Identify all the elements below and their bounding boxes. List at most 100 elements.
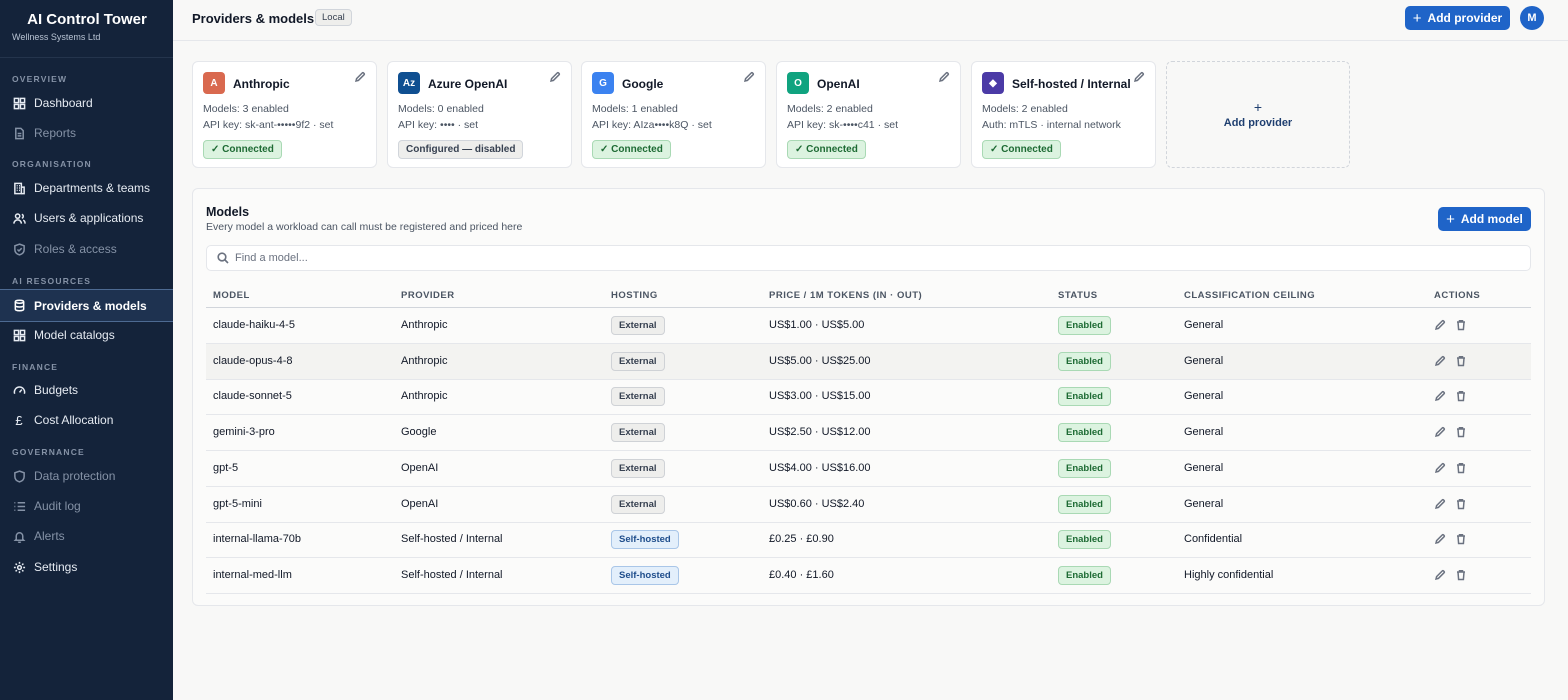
provider-card[interactable]: O OpenAI Models: 2 enabled API key: sk-••••…	[776, 61, 961, 168]
column-header-price[interactable]: PRICE / 1M TOKENS (IN · OUT)	[769, 290, 922, 301]
status-badge: Enabled	[1058, 316, 1111, 335]
trash-icon[interactable]	[1455, 498, 1467, 510]
sidebar-item-departments[interactable]: Departments & teams	[0, 173, 173, 203]
add-model-button[interactable]: + Add model	[1438, 207, 1531, 231]
table-row[interactable]: gpt-5-mini OpenAI External US$0.60 · US$2.4…	[206, 487, 1531, 523]
table-row[interactable]: claude-opus-4-8 Anthropic External US$5.00 …	[206, 343, 1531, 380]
sidebar: AI Control Tower Wellness Systems Ltd OV…	[0, 0, 173, 700]
provider-logo: Az	[398, 72, 420, 94]
provider-logo: A	[203, 72, 225, 94]
sidebar-item-providers[interactable]: Providers & models	[0, 289, 173, 322]
model-search-input[interactable]	[235, 252, 1515, 264]
sidebar-item-reports[interactable]: Reports	[0, 118, 173, 148]
column-header-model[interactable]: MODEL	[213, 290, 250, 301]
pencil-icon[interactable]	[938, 71, 950, 83]
section-label-governance: GOVERNANCE	[12, 447, 85, 457]
column-header-hosting[interactable]: HOSTING	[611, 290, 658, 301]
building-icon	[12, 181, 26, 195]
sidebar-item-budgets[interactable]: Budgets	[0, 375, 173, 405]
table-row[interactable]: claude-sonnet-5 Anthropic External US$3.00 …	[206, 379, 1531, 416]
sidebar-item-roles[interactable]: Roles & access	[0, 234, 173, 264]
sidebar-item-cost-allocation[interactable]: £ Cost Allocation	[0, 405, 173, 435]
model-name: gpt-5-mini	[213, 497, 262, 510]
gear-icon	[12, 560, 26, 574]
pencil-icon[interactable]	[1434, 498, 1446, 510]
sidebar-item-settings[interactable]: Settings	[0, 552, 173, 582]
trash-icon[interactable]	[1455, 355, 1467, 367]
model-price: US$5.00 · US$25.00	[769, 354, 871, 367]
table-row[interactable]: internal-med-llm Self-hosted / Internal Se…	[206, 558, 1531, 594]
sidebar-item-label: Reports	[34, 126, 77, 140]
provider-card[interactable]: A Anthropic Models: 3 enabled API key: sk-a…	[192, 61, 377, 168]
provider-name: Anthropic	[233, 77, 290, 91]
pencil-icon[interactable]	[1434, 533, 1446, 545]
topbar: Providers & models Local + Add provider …	[173, 0, 1568, 41]
sidebar-item-catalogs[interactable]: Model catalogs	[0, 320, 173, 350]
provider-models-count: Models: 3 enabled	[203, 103, 289, 115]
provider-credentials: API key: •••• · set	[398, 119, 479, 131]
table-row[interactable]: internal-llama-70b Self-hosted / Internal…	[206, 522, 1531, 559]
sidebar-item-data-protection[interactable]: Data protection	[0, 461, 173, 491]
pencil-icon[interactable]	[1434, 390, 1446, 402]
search-icon	[217, 252, 229, 264]
add-provider-card[interactable]: + Add provider	[1166, 61, 1350, 168]
trash-icon[interactable]	[1455, 533, 1467, 545]
column-header-classification[interactable]: CLASSIFICATION CEILING	[1184, 290, 1315, 301]
model-name: claude-opus-4-8	[213, 354, 293, 367]
sidebar-item-label: Cost Allocation	[34, 413, 114, 427]
models-title: Models	[206, 205, 250, 219]
provider-card[interactable]: Az Azure OpenAI Models: 0 enabled API key: …	[387, 61, 572, 168]
add-provider-button[interactable]: + Add provider	[1405, 6, 1510, 30]
hosting-badge: External	[611, 387, 665, 407]
shield-icon	[12, 469, 26, 483]
status-badge: Configured — disabled	[398, 140, 524, 159]
provider-logo: O	[787, 72, 809, 94]
pencil-icon[interactable]	[1434, 355, 1446, 367]
grid-icon	[12, 328, 26, 342]
trash-icon[interactable]	[1455, 462, 1467, 474]
provider-card[interactable]: G Google Models: 1 enabled API key: AIza•••…	[581, 61, 766, 168]
trash-icon[interactable]	[1455, 426, 1467, 438]
status-badge: Enabled	[1058, 423, 1111, 443]
trash-icon[interactable]	[1455, 390, 1467, 402]
provider-models-count: Models: 2 enabled	[787, 103, 873, 115]
pencil-icon[interactable]	[1434, 426, 1446, 438]
pencil-icon[interactable]	[1434, 462, 1446, 474]
model-price: US$0.60 · US$2.40	[769, 497, 865, 510]
sidebar-item-label: Departments & teams	[34, 181, 151, 195]
sidebar-item-label: Audit log	[34, 499, 81, 513]
sidebar-item-label: Settings	[34, 560, 78, 574]
column-header-provider[interactable]: PROVIDER	[401, 290, 455, 301]
trash-icon[interactable]	[1455, 569, 1467, 581]
pencil-icon[interactable]	[549, 71, 561, 83]
table-header: MODEL PROVIDER HOSTING PRICE / 1M TOKENS…	[206, 286, 1531, 308]
gauge-icon	[12, 383, 26, 397]
avatar[interactable]: M	[1520, 6, 1544, 30]
table-row[interactable]: claude-haiku-4-5 Anthropic External US$1.00…	[206, 308, 1531, 344]
bell-icon	[12, 529, 26, 543]
table-row[interactable]: gpt-5 OpenAI External US$4.00 · US$16.00 Ena…	[206, 451, 1531, 487]
column-header-status[interactable]: STATUS	[1058, 290, 1098, 301]
pencil-icon[interactable]	[354, 71, 366, 83]
hosting-badge: External	[611, 494, 665, 514]
trash-icon[interactable]	[1455, 319, 1467, 331]
hosting-badge: Self-hosted	[611, 530, 679, 550]
section-label-finance: FINANCE	[12, 362, 59, 372]
pencil-icon[interactable]	[1133, 71, 1145, 83]
sidebar-item-label: Budgets	[34, 383, 79, 397]
pencil-icon[interactable]	[1434, 319, 1446, 331]
model-price: £0.25 · £0.90	[769, 533, 834, 546]
provider-credentials: API key: AIza••••k8Q · set	[592, 119, 712, 131]
sidebar-item-alerts[interactable]: Alerts	[0, 521, 173, 551]
hosting-badge: External	[611, 316, 665, 335]
model-provider: Self-hosted / Internal	[401, 568, 503, 581]
sidebar-item-audit-log[interactable]: Audit log	[0, 491, 173, 521]
pencil-icon[interactable]	[743, 71, 755, 83]
classification-ceiling: Highly confidential	[1184, 568, 1274, 581]
hosting-badge: Self-hosted	[611, 565, 679, 585]
pencil-icon[interactable]	[1434, 569, 1446, 581]
sidebar-item-users[interactable]: Users & applications	[0, 203, 173, 233]
provider-card[interactable]: ◆ Self-hosted / Internal Models: 2 enabled…	[971, 61, 1156, 168]
table-row[interactable]: gemini-3-pro Google External US$2.50 · US$1…	[206, 415, 1531, 452]
sidebar-item-dashboard[interactable]: Dashboard	[0, 88, 173, 118]
